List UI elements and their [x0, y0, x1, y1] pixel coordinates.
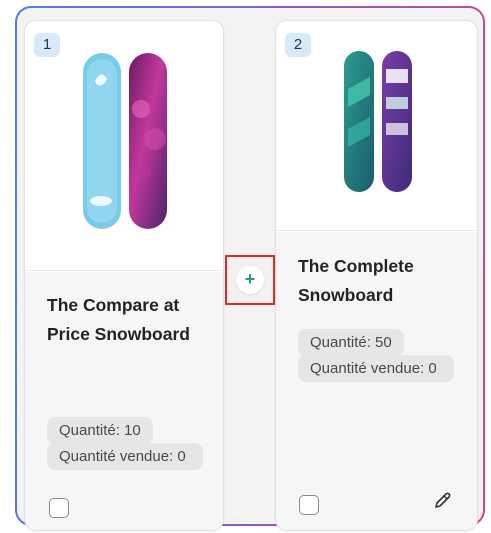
select-checkbox[interactable] [299, 495, 319, 515]
product-details: The Compare at Price Snowboard Quantité:… [25, 272, 223, 530]
quantity-badge: Quantité: 50 [298, 329, 404, 356]
select-checkbox[interactable] [49, 498, 69, 518]
product-details: The Complete Snowboard Quantité: 50 Quan… [276, 232, 477, 530]
product-title: The Compare at Price Snowboard [47, 295, 190, 344]
product-image-area: 2 [276, 21, 477, 231]
position-badge: 1 [34, 33, 60, 57]
sold-quantity-badge: Quantité vendue: 0 [47, 443, 203, 470]
snowboard-image [344, 51, 412, 192]
product-card[interactable]: 1 The Compare at Price Snowboard Quantit… [24, 20, 224, 531]
snowboard-image [83, 53, 167, 229]
pencil-icon[interactable] [432, 491, 452, 511]
quantity-badge: Quantité: 10 [47, 417, 153, 444]
product-card[interactable]: 2 The Complete Snowboard Quantité: 50 Qu… [275, 20, 478, 531]
add-product-button[interactable]: + [225, 255, 275, 305]
position-badge: 2 [285, 33, 311, 57]
product-image-area: 1 [25, 21, 223, 271]
sold-quantity-badge: Quantité vendue: 0 [298, 355, 454, 382]
product-title: The Complete Snowboard [298, 256, 414, 305]
plus-icon: + [236, 266, 264, 294]
